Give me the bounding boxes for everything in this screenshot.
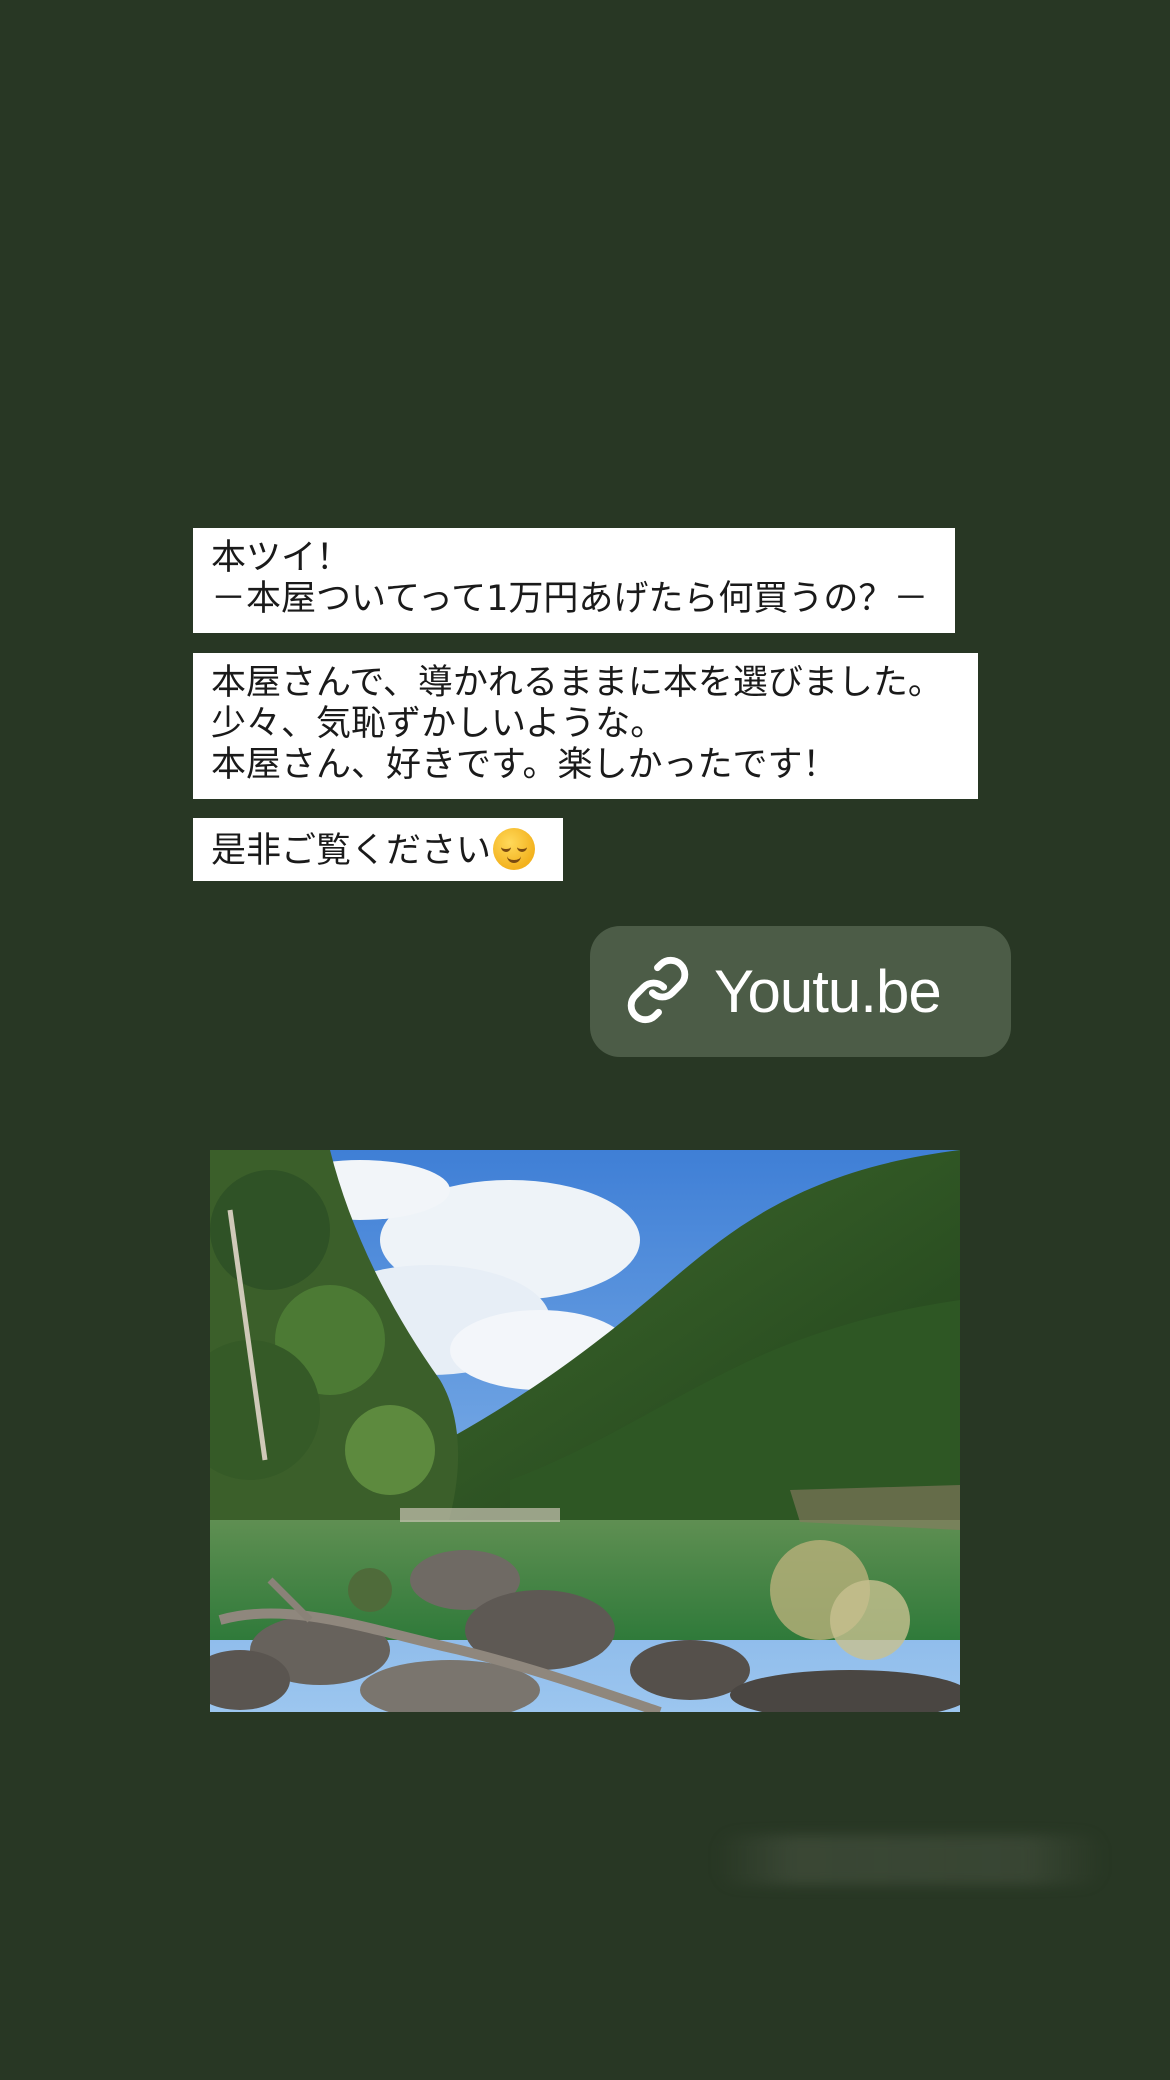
- relieved-face-emoji-icon: [493, 828, 536, 870]
- landscape-photo: [210, 1150, 960, 1712]
- caption-title: 本ツイ！ －本屋ついてって1万円あげたら何買うの？－: [193, 528, 955, 633]
- link-sticker-label: Youtu.be: [714, 958, 942, 1025]
- link-sticker[interactable]: Youtu.be: [590, 926, 1011, 1057]
- caption-description: 本屋さんで、導かれるままに本を選びました。 少々、気恥ずかしいような。 本屋さん…: [193, 653, 978, 799]
- caption-cta-text: 是非ご覧ください: [211, 831, 492, 871]
- link-icon: [624, 956, 692, 1028]
- blurred-overlay: [715, 1835, 1105, 1885]
- caption-cta: 是非ご覧ください: [193, 818, 563, 881]
